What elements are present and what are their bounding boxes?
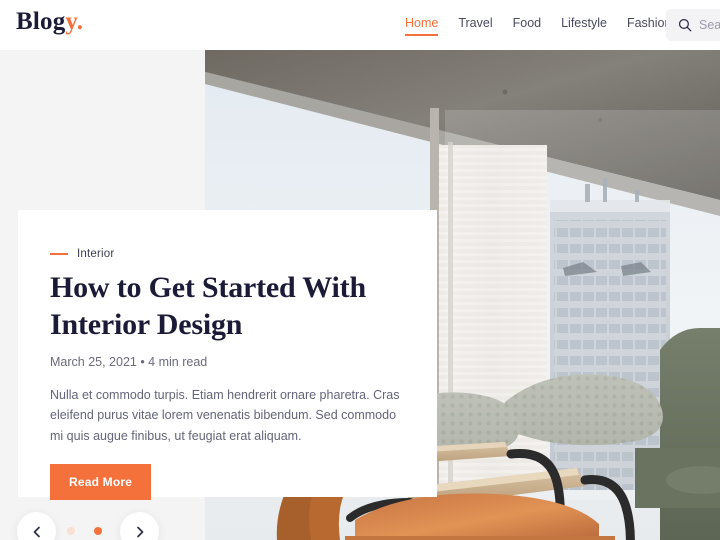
chevron-right-icon (135, 526, 145, 538)
logo-text-main: Blog (16, 8, 66, 35)
nav-item-fashion-label: Fashion (626, 16, 672, 30)
hero-category-label[interactable]: Interior (77, 248, 114, 260)
hero-excerpt: Nulla et commodo turpis. Etiam hendrerit… (50, 388, 400, 443)
nav-item-home[interactable]: Home (405, 16, 439, 36)
site-header: Blogy. Home Travel Food Lifestyle Fashio… (0, 0, 720, 50)
hero-card: Interior How to Get Started With Interio… (18, 210, 437, 500)
hero-meta: March 25, 2021 • 4 min read (50, 355, 208, 370)
nav-item-food-label: Food (512, 16, 542, 30)
logo-text-accent: y. (65, 8, 84, 35)
chevron-left-icon (32, 526, 42, 538)
read-more-button[interactable]: Read More (50, 463, 152, 500)
nav-item-home-label: Home (405, 16, 439, 30)
nav-item-food[interactable]: Food (513, 16, 542, 36)
nav-item-lifestyle[interactable]: Lifestyle (561, 16, 607, 36)
carousel-dot-1[interactable] (67, 527, 75, 535)
hero-category: Interior (50, 248, 405, 260)
nav-item-travel-label: Travel (458, 16, 493, 30)
nav-item-lifestyle-label: Lifestyle (561, 16, 607, 30)
carousel-next-button[interactable] (120, 512, 159, 540)
main-navigation: Home Travel Food Lifestyle Fashion (405, 16, 671, 36)
carousel-controls (17, 512, 187, 540)
nav-item-fashion[interactable]: Fashion (627, 16, 671, 36)
search-box[interactable] (666, 9, 720, 41)
search-icon (678, 18, 692, 32)
page-root: Blogy. Home Travel Food Lifestyle Fashio… (0, 0, 720, 540)
hero-title[interactable]: How to Get Started With Interior Design (50, 270, 405, 343)
search-input[interactable] (699, 18, 720, 32)
carousel-dot-2[interactable] (94, 527, 102, 535)
nav-item-travel[interactable]: Travel (458, 16, 492, 36)
carousel-prev-button[interactable] (17, 512, 56, 540)
site-logo[interactable]: Blogy. (16, 8, 83, 36)
category-dash-icon (50, 253, 68, 255)
